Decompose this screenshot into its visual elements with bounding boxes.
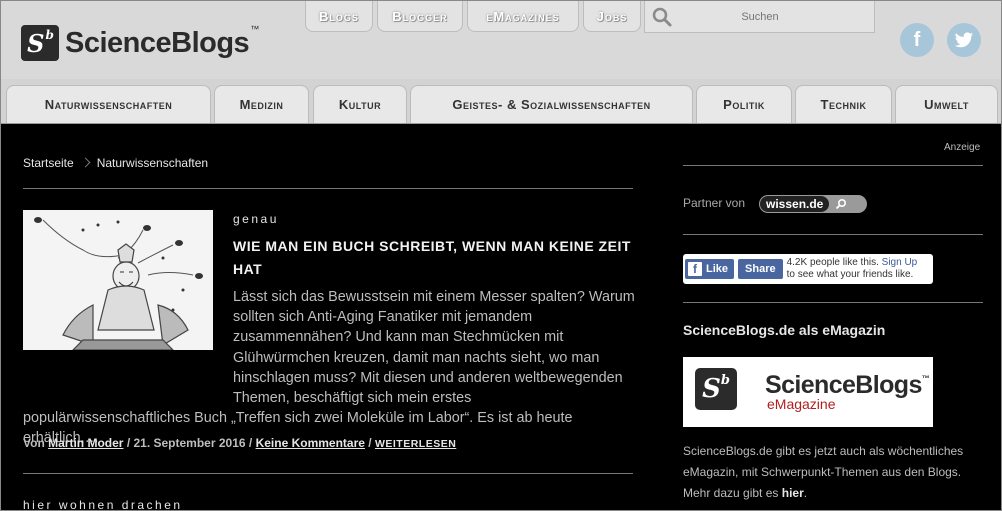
article-title[interactable]: Wie man ein Buch schreibt, wenn man kein… [233, 235, 633, 281]
nav-item-geistes-sozialwissenschaften[interactable]: Geistes- & Sozialwissenschaften [410, 85, 693, 123]
nav-item-medizin[interactable]: Medizin [214, 85, 309, 123]
search-box [644, 1, 875, 33]
divider [683, 302, 983, 303]
author-link[interactable]: Martin Moder [48, 436, 123, 450]
top-tab-jobs[interactable]: Jobs [583, 1, 641, 32]
nav-item-politik[interactable]: Politik [696, 85, 792, 123]
breadcrumb-home[interactable]: Startseite [23, 156, 74, 170]
emag-logo-mark: Sb [695, 368, 737, 410]
main-nav: Naturwissenschaften Medizin Kultur Geist… [1, 79, 1001, 124]
comments-link[interactable]: Keine Kommentare [256, 436, 365, 450]
logo-mark: Sb [21, 25, 59, 61]
facebook-like-box: f Like Share 4.2K people like this. Sign… [683, 254, 933, 284]
search-input[interactable] [673, 9, 847, 24]
divider [683, 234, 983, 235]
emag-subtitle: eMagazine [767, 396, 836, 412]
facebook-icon: f [688, 262, 702, 276]
facebook-like-button[interactable]: f Like [685, 259, 735, 279]
emag-description: ScienceBlogs.de gibt es jetzt auch als w… [683, 444, 964, 500]
emag-banner[interactable]: Sb ScienceBlogs™ eMagazine [683, 357, 933, 427]
nav-item-technik[interactable]: Technik [795, 85, 892, 123]
partner-label: Partner von [683, 196, 746, 210]
page: Sb ScienceBlogs ™ Blogs Blogger eMagazin… [0, 0, 1002, 511]
search-icon [835, 198, 847, 210]
content-area: Startseite Naturwissenschaften genau WIE… [1, 124, 1001, 511]
logo-wordmark: ScienceBlogs [65, 26, 250, 59]
top-tab-blogs[interactable]: Blogs [305, 1, 373, 32]
emag-heading: ScienceBlogs.de als eMagazin [683, 322, 886, 338]
nav-item-kultur[interactable]: Kultur [313, 85, 407, 123]
top-tab-blogger[interactable]: Blogger [377, 1, 463, 32]
partner-logo-text: wissen.de [760, 196, 830, 212]
partner-logo[interactable]: wissen.de [759, 195, 867, 213]
nav-item-umwelt[interactable]: Umwelt [895, 85, 998, 123]
divider [23, 473, 633, 474]
article-meta: Von Martin Moder / 21. September 2016 / … [23, 436, 456, 450]
facebook-share-button[interactable]: Share [738, 259, 783, 279]
breadcrumb-current[interactable]: Naturwissenschaften [97, 156, 208, 170]
logo-trademark: ™ [250, 24, 260, 34]
ad-label: Anzeige [944, 142, 981, 153]
facebook-icon[interactable]: f [900, 23, 934, 57]
next-article-kicker: hier wohnen drachen [23, 498, 183, 511]
divider [23, 188, 633, 189]
emag-link[interactable]: hier [782, 486, 804, 500]
facebook-like-count: 4.2K people like this. Sign Up to see wh… [786, 257, 918, 280]
article-excerpt: Lässt sich das Bewusstsein mit einem Mes… [23, 287, 635, 449]
top-tab-emagazines[interactable]: eMagazines [467, 1, 579, 32]
meta-date: / 21. September 2016 / [126, 436, 253, 450]
divider [683, 165, 983, 166]
twitter-icon[interactable] [947, 23, 981, 57]
site-logo[interactable]: Sb ScienceBlogs ™ [21, 24, 260, 61]
excerpt-float-spacer [23, 287, 233, 407]
read-more-link[interactable]: weiterlesen [375, 438, 456, 450]
article-kicker: genau [233, 212, 279, 226]
meta-sep: / [368, 436, 372, 450]
top-tabs: Blogs Blogger eMagazines Jobs [305, 1, 645, 32]
search-icon[interactable] [651, 6, 673, 28]
chevron-right-icon [80, 157, 91, 168]
facebook-signup-link[interactable]: Sign Up [882, 257, 918, 268]
breadcrumb: Startseite Naturwissenschaften [23, 156, 208, 170]
nav-item-naturwissenschaften[interactable]: Naturwissenschaften [6, 85, 211, 123]
site-header: Sb ScienceBlogs ™ Blogs Blogger eMagazin… [1, 1, 1001, 79]
meta-prefix: Von [23, 436, 45, 450]
